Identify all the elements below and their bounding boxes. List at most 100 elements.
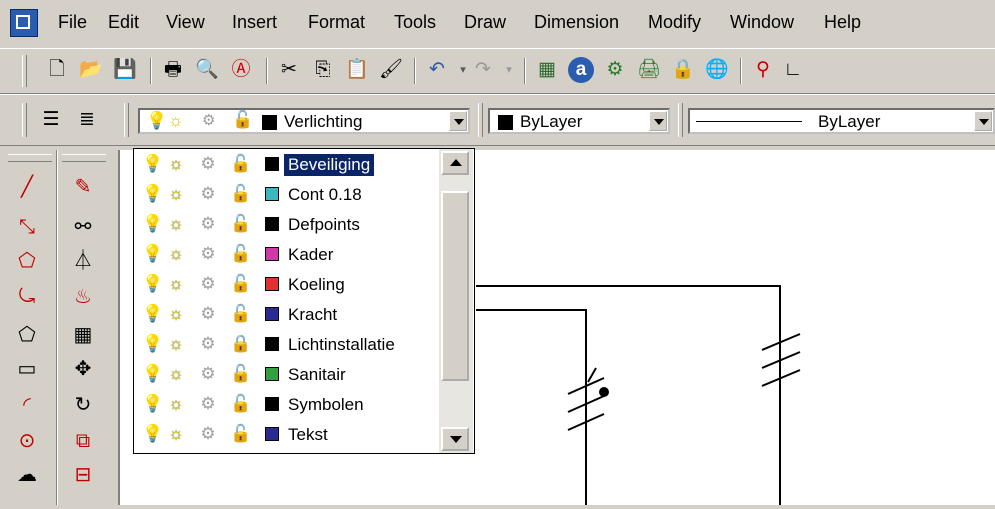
menu-view[interactable]: View xyxy=(164,12,207,33)
move-icon[interactable]: ✥ xyxy=(68,354,98,384)
viewport-freeze-icon[interactable]: ⚙ xyxy=(198,213,218,235)
mirror-icon[interactable]: ⏃ xyxy=(68,246,98,276)
app-icon[interactable] xyxy=(10,9,38,37)
line-tool-icon[interactable]: ╱ xyxy=(12,172,42,202)
scrollbar[interactable] xyxy=(439,149,473,453)
undo-icon[interactable]: ↶ xyxy=(424,57,450,83)
layer-list-item[interactable]: 💡 ☼ ⚙ 🔒 Lichtinstallatie xyxy=(134,329,439,359)
stretch-icon[interactable]: ⊟ xyxy=(68,460,98,490)
ucs-icon[interactable]: ∟ xyxy=(780,57,806,83)
toolbar-grip[interactable] xyxy=(22,103,27,137)
redo-icon[interactable]: ↷ xyxy=(470,57,496,83)
layer-list-item[interactable]: 💡 ☼ ⚙ 🔓 Beveiliging xyxy=(134,149,439,179)
menu-draw[interactable]: Draw xyxy=(462,12,508,33)
dropdown-arrow-icon[interactable] xyxy=(974,111,992,131)
menu-insert[interactable]: Insert xyxy=(230,12,279,33)
web-print-icon[interactable]: 🖨 xyxy=(636,57,662,83)
paste-icon[interactable]: 📋 xyxy=(344,57,370,83)
sun-icon[interactable]: ☼ xyxy=(166,213,186,235)
rectangle-icon[interactable]: ▭ xyxy=(12,354,42,384)
lightbulb-icon[interactable]: 💡 xyxy=(142,423,163,445)
match-properties-icon[interactable]: 🖌 xyxy=(378,57,404,83)
new-file-icon[interactable]: 🗋 xyxy=(44,57,70,83)
viewport-freeze-icon[interactable]: ⚙ xyxy=(198,303,218,325)
web-globe-icon[interactable]: 🌐 xyxy=(704,57,730,83)
unlock-icon[interactable]: 🔓 xyxy=(230,243,251,265)
viewport-freeze-icon[interactable]: ⚙ xyxy=(198,273,218,295)
circle-icon[interactable]: ⊙ xyxy=(12,426,42,456)
layer-combo[interactable]: 💡 ☼ ⚙ 🔓 Verlichting xyxy=(138,108,470,134)
menu-tools[interactable]: Tools xyxy=(392,12,438,33)
scroll-thumb[interactable] xyxy=(441,191,469,381)
design-center-icon[interactable]: ▦ xyxy=(534,57,560,83)
scroll-up-button[interactable] xyxy=(441,151,469,175)
menu-dimension[interactable]: Dimension xyxy=(532,12,621,33)
viewport-freeze-icon[interactable]: ⚙ xyxy=(198,363,218,385)
lightbulb-icon[interactable]: 💡 xyxy=(142,243,163,265)
palette-grip[interactable] xyxy=(62,154,106,162)
layer-list-item[interactable]: 💡 ☼ ⚙ 🔓 Symbolen xyxy=(134,389,439,419)
construction-line-icon[interactable]: ⤡ xyxy=(12,212,42,242)
lightbulb-icon[interactable]: 💡 xyxy=(142,153,163,175)
menu-format[interactable]: Format xyxy=(306,12,367,33)
viewport-freeze-icon[interactable]: ⚙ xyxy=(198,153,218,175)
offset-icon[interactable]: ♨ xyxy=(68,282,98,312)
menu-edit[interactable]: Edit xyxy=(106,12,141,33)
color-combo[interactable]: ByLayer xyxy=(488,108,670,134)
viewport-freeze-icon[interactable]: ⚙ xyxy=(198,393,218,415)
lock-icon[interactable]: 🔒 xyxy=(230,333,251,355)
layer-previous-icon[interactable]: ≣ xyxy=(74,107,100,133)
sun-icon[interactable]: ☼ xyxy=(166,153,186,175)
cut-icon[interactable]: ✂ xyxy=(276,57,302,83)
snap-icon[interactable]: ⚲ xyxy=(750,57,776,83)
lightbulb-icon[interactable]: 💡 xyxy=(142,393,163,415)
layer-list-item[interactable]: 💡 ☼ ⚙ 🔓 Cont 0.18 xyxy=(134,179,439,209)
unlock-icon[interactable]: 🔓 xyxy=(230,213,251,235)
rotate-icon[interactable]: ↻ xyxy=(68,390,98,420)
today-icon[interactable]: a xyxy=(568,57,594,83)
layer-list-item[interactable]: 💡 ☼ ⚙ 🔓 Koeling xyxy=(134,269,439,299)
lightbulb-icon[interactable]: 💡 xyxy=(142,213,163,235)
layer-manager-icon[interactable]: ☰ xyxy=(38,107,64,133)
lightbulb-icon[interactable]: 💡 xyxy=(142,303,163,325)
layer-list-item[interactable]: 💡 ☼ ⚙ 🔓 Defpoints xyxy=(134,209,439,239)
arc-curve-icon[interactable]: ⤿ xyxy=(12,282,42,312)
print-icon[interactable]: 🖶 xyxy=(160,57,186,83)
copy-object-icon[interactable]: ⚯ xyxy=(68,212,98,242)
web-settings-icon[interactable]: ⚙ xyxy=(602,57,628,83)
redo-dropdown-icon[interactable]: ▾ xyxy=(496,57,522,83)
erase-icon[interactable]: ✎ xyxy=(68,172,98,202)
lightbulb-icon[interactable]: 💡 xyxy=(142,273,163,295)
sun-icon[interactable]: ☼ xyxy=(166,333,186,355)
scroll-down-button[interactable] xyxy=(441,427,469,451)
sun-icon[interactable]: ☼ xyxy=(166,423,186,445)
sun-icon[interactable]: ☼ xyxy=(166,393,186,415)
viewport-freeze-icon[interactable]: ⚙ xyxy=(198,183,218,205)
layer-list-item[interactable]: 💡 ☼ ⚙ 🔓 Kader xyxy=(134,239,439,269)
spellcheck-icon[interactable]: Ⓐ xyxy=(228,57,254,83)
open-folder-icon[interactable]: 📂 xyxy=(78,57,104,83)
array-icon[interactable]: ▦ xyxy=(68,320,98,350)
sun-icon[interactable]: ☼ xyxy=(166,273,186,295)
sun-icon[interactable]: ☼ xyxy=(166,363,186,385)
unlock-icon[interactable]: 🔓 xyxy=(230,273,251,295)
unlock-icon[interactable]: 🔓 xyxy=(230,363,251,385)
layer-dropdown-list[interactable]: 💡 ☼ ⚙ 🔓 Beveiliging 💡 ☼ ⚙ 🔓 Cont 0.18 💡 ☼ ⚙ 🔓 Defpoint… xyxy=(133,148,475,454)
web-lock-icon[interactable]: 🔒 xyxy=(670,57,696,83)
viewport-freeze-icon[interactable]: ⚙ xyxy=(198,243,218,265)
viewport-freeze-icon[interactable]: ⚙ xyxy=(198,333,218,355)
unlock-icon[interactable]: 🔓 xyxy=(230,153,251,175)
menu-window[interactable]: Window xyxy=(728,12,796,33)
unlock-icon[interactable]: 🔓 xyxy=(230,393,251,415)
unlock-icon[interactable]: 🔓 xyxy=(230,303,251,325)
layer-list-item[interactable]: 💡 ☼ ⚙ 🔓 Tekst xyxy=(134,419,439,449)
layer-list-item[interactable]: 💡 ☼ ⚙ 🔓 Kracht xyxy=(134,299,439,329)
lightbulb-icon[interactable]: 💡 xyxy=(142,363,163,385)
print-preview-icon[interactable]: 🔍 xyxy=(194,57,220,83)
sun-icon[interactable]: ☼ xyxy=(166,303,186,325)
dropdown-arrow-icon[interactable] xyxy=(649,111,667,131)
arc-icon[interactable]: ◜ xyxy=(12,390,42,420)
polyline-icon[interactable]: ⬠ xyxy=(12,246,42,276)
revcloud-icon[interactable]: ☁ xyxy=(12,460,42,490)
menu-file[interactable]: File xyxy=(56,12,89,33)
